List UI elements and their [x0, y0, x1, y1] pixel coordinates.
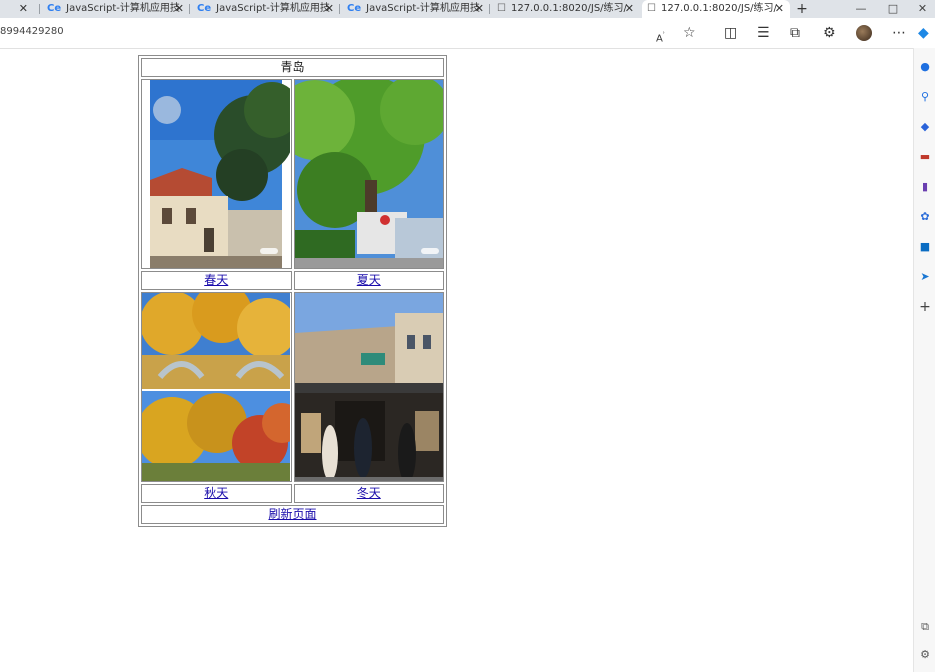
- address-bar: 8994429280 Aʾ ☆ ◫ ☰ ⧉ ⚙ ⋯ ◆: [0, 18, 935, 49]
- more-menu-icon[interactable]: ⋯: [892, 24, 906, 42]
- send-icon[interactable]: ➤: [914, 270, 935, 284]
- bell-icon[interactable]: ●: [914, 60, 935, 74]
- close-icon[interactable]: ✕: [475, 0, 484, 18]
- refresh-cell: 刷新页面: [141, 505, 444, 524]
- tab-4[interactable]: ☐ 127.0.0.1:8020/JS/练习/ ✕: [492, 0, 640, 18]
- extensions-icon[interactable]: ⚙: [823, 24, 836, 42]
- summer-link[interactable]: 夏天: [357, 273, 381, 287]
- shopping-tag-icon[interactable]: ◆: [914, 120, 935, 134]
- course-site-icon: Ce: [47, 3, 62, 14]
- tab-2[interactable]: Ce JavaScript-计算机应用技 ✕: [192, 0, 340, 18]
- tab-partial[interactable]: ✕: [0, 0, 40, 18]
- office-icon[interactable]: ✿: [914, 210, 935, 224]
- games-icon[interactable]: ▮: [914, 180, 935, 194]
- page-title: 青岛: [141, 58, 444, 77]
- spring-caption: 春天: [141, 271, 292, 290]
- add-icon[interactable]: +: [914, 300, 935, 314]
- photo-cell-winter: [293, 292, 444, 482]
- course-site-icon: Ce: [197, 3, 212, 14]
- spring-photo: [142, 80, 290, 268]
- favorite-star-icon[interactable]: ☆: [683, 24, 696, 42]
- photo-cell-autumn: [141, 292, 292, 482]
- winter-link[interactable]: 冬天: [357, 486, 381, 500]
- spring-link[interactable]: 春天: [204, 273, 228, 287]
- page-icon: ☐: [647, 3, 656, 14]
- collections-icon[interactable]: ⧉: [790, 24, 800, 42]
- toolbox-icon[interactable]: ▬: [914, 150, 935, 164]
- search-icon[interactable]: ⚲: [914, 90, 935, 104]
- autumn-link[interactable]: 秋天: [204, 486, 228, 500]
- autumn-caption: 秋天: [141, 484, 292, 503]
- photo-cell-spring: [141, 79, 292, 269]
- screenshot-icon[interactable]: ⧉: [914, 620, 935, 634]
- outlook-icon[interactable]: ■: [914, 240, 935, 254]
- autumn-photo: [142, 293, 290, 481]
- edge-sidebar: ● ⚲ ◆ ▬ ▮ ✿ ■ ➤ + ⧉ ⚙: [913, 48, 935, 672]
- course-site-icon: Ce: [347, 3, 362, 14]
- copilot-icon[interactable]: ◆: [918, 24, 929, 42]
- summer-photo: [294, 80, 443, 268]
- winter-caption: 冬天: [293, 484, 444, 503]
- settings-gear-icon[interactable]: ⚙: [914, 648, 935, 662]
- read-aloud-icon[interactable]: Aʾ: [656, 26, 665, 48]
- tab-bar: ✕ Ce JavaScript-计算机应用技 ✕ Ce JavaScript-计算机…: [0, 0, 935, 18]
- split-screen-icon[interactable]: ◫: [724, 24, 737, 42]
- close-window-button[interactable]: ✕: [910, 0, 935, 18]
- photo-cell-summer: [293, 79, 444, 269]
- new-tab-button[interactable]: +: [792, 0, 812, 18]
- favorites-list-icon[interactable]: ☰: [757, 24, 770, 42]
- url-field[interactable]: 8994429280: [0, 26, 64, 37]
- profile-avatar[interactable]: [856, 25, 872, 41]
- tab-3[interactable]: Ce JavaScript-计算机应用技 ✕: [342, 0, 490, 18]
- summer-caption: 夏天: [293, 271, 444, 290]
- close-icon[interactable]: ✕: [19, 0, 28, 18]
- minimize-button[interactable]: —: [846, 0, 876, 18]
- close-icon[interactable]: ✕: [175, 0, 184, 18]
- page-icon: ☐: [497, 3, 506, 14]
- maximize-button[interactable]: □: [878, 0, 908, 18]
- close-icon[interactable]: ✕: [625, 0, 634, 18]
- close-icon[interactable]: ✕: [775, 0, 784, 18]
- refresh-page-link[interactable]: 刷新页面: [268, 507, 316, 521]
- close-icon[interactable]: ✕: [325, 0, 334, 18]
- season-table: 青岛 春天 夏天 秋天 冬天 刷新页面: [138, 55, 447, 527]
- winter-photo: [294, 293, 443, 481]
- tab-1[interactable]: Ce JavaScript-计算机应用技 ✕: [42, 0, 190, 18]
- tab-active[interactable]: ☐ 127.0.0.1:8020/JS/练习/ ✕: [642, 0, 790, 18]
